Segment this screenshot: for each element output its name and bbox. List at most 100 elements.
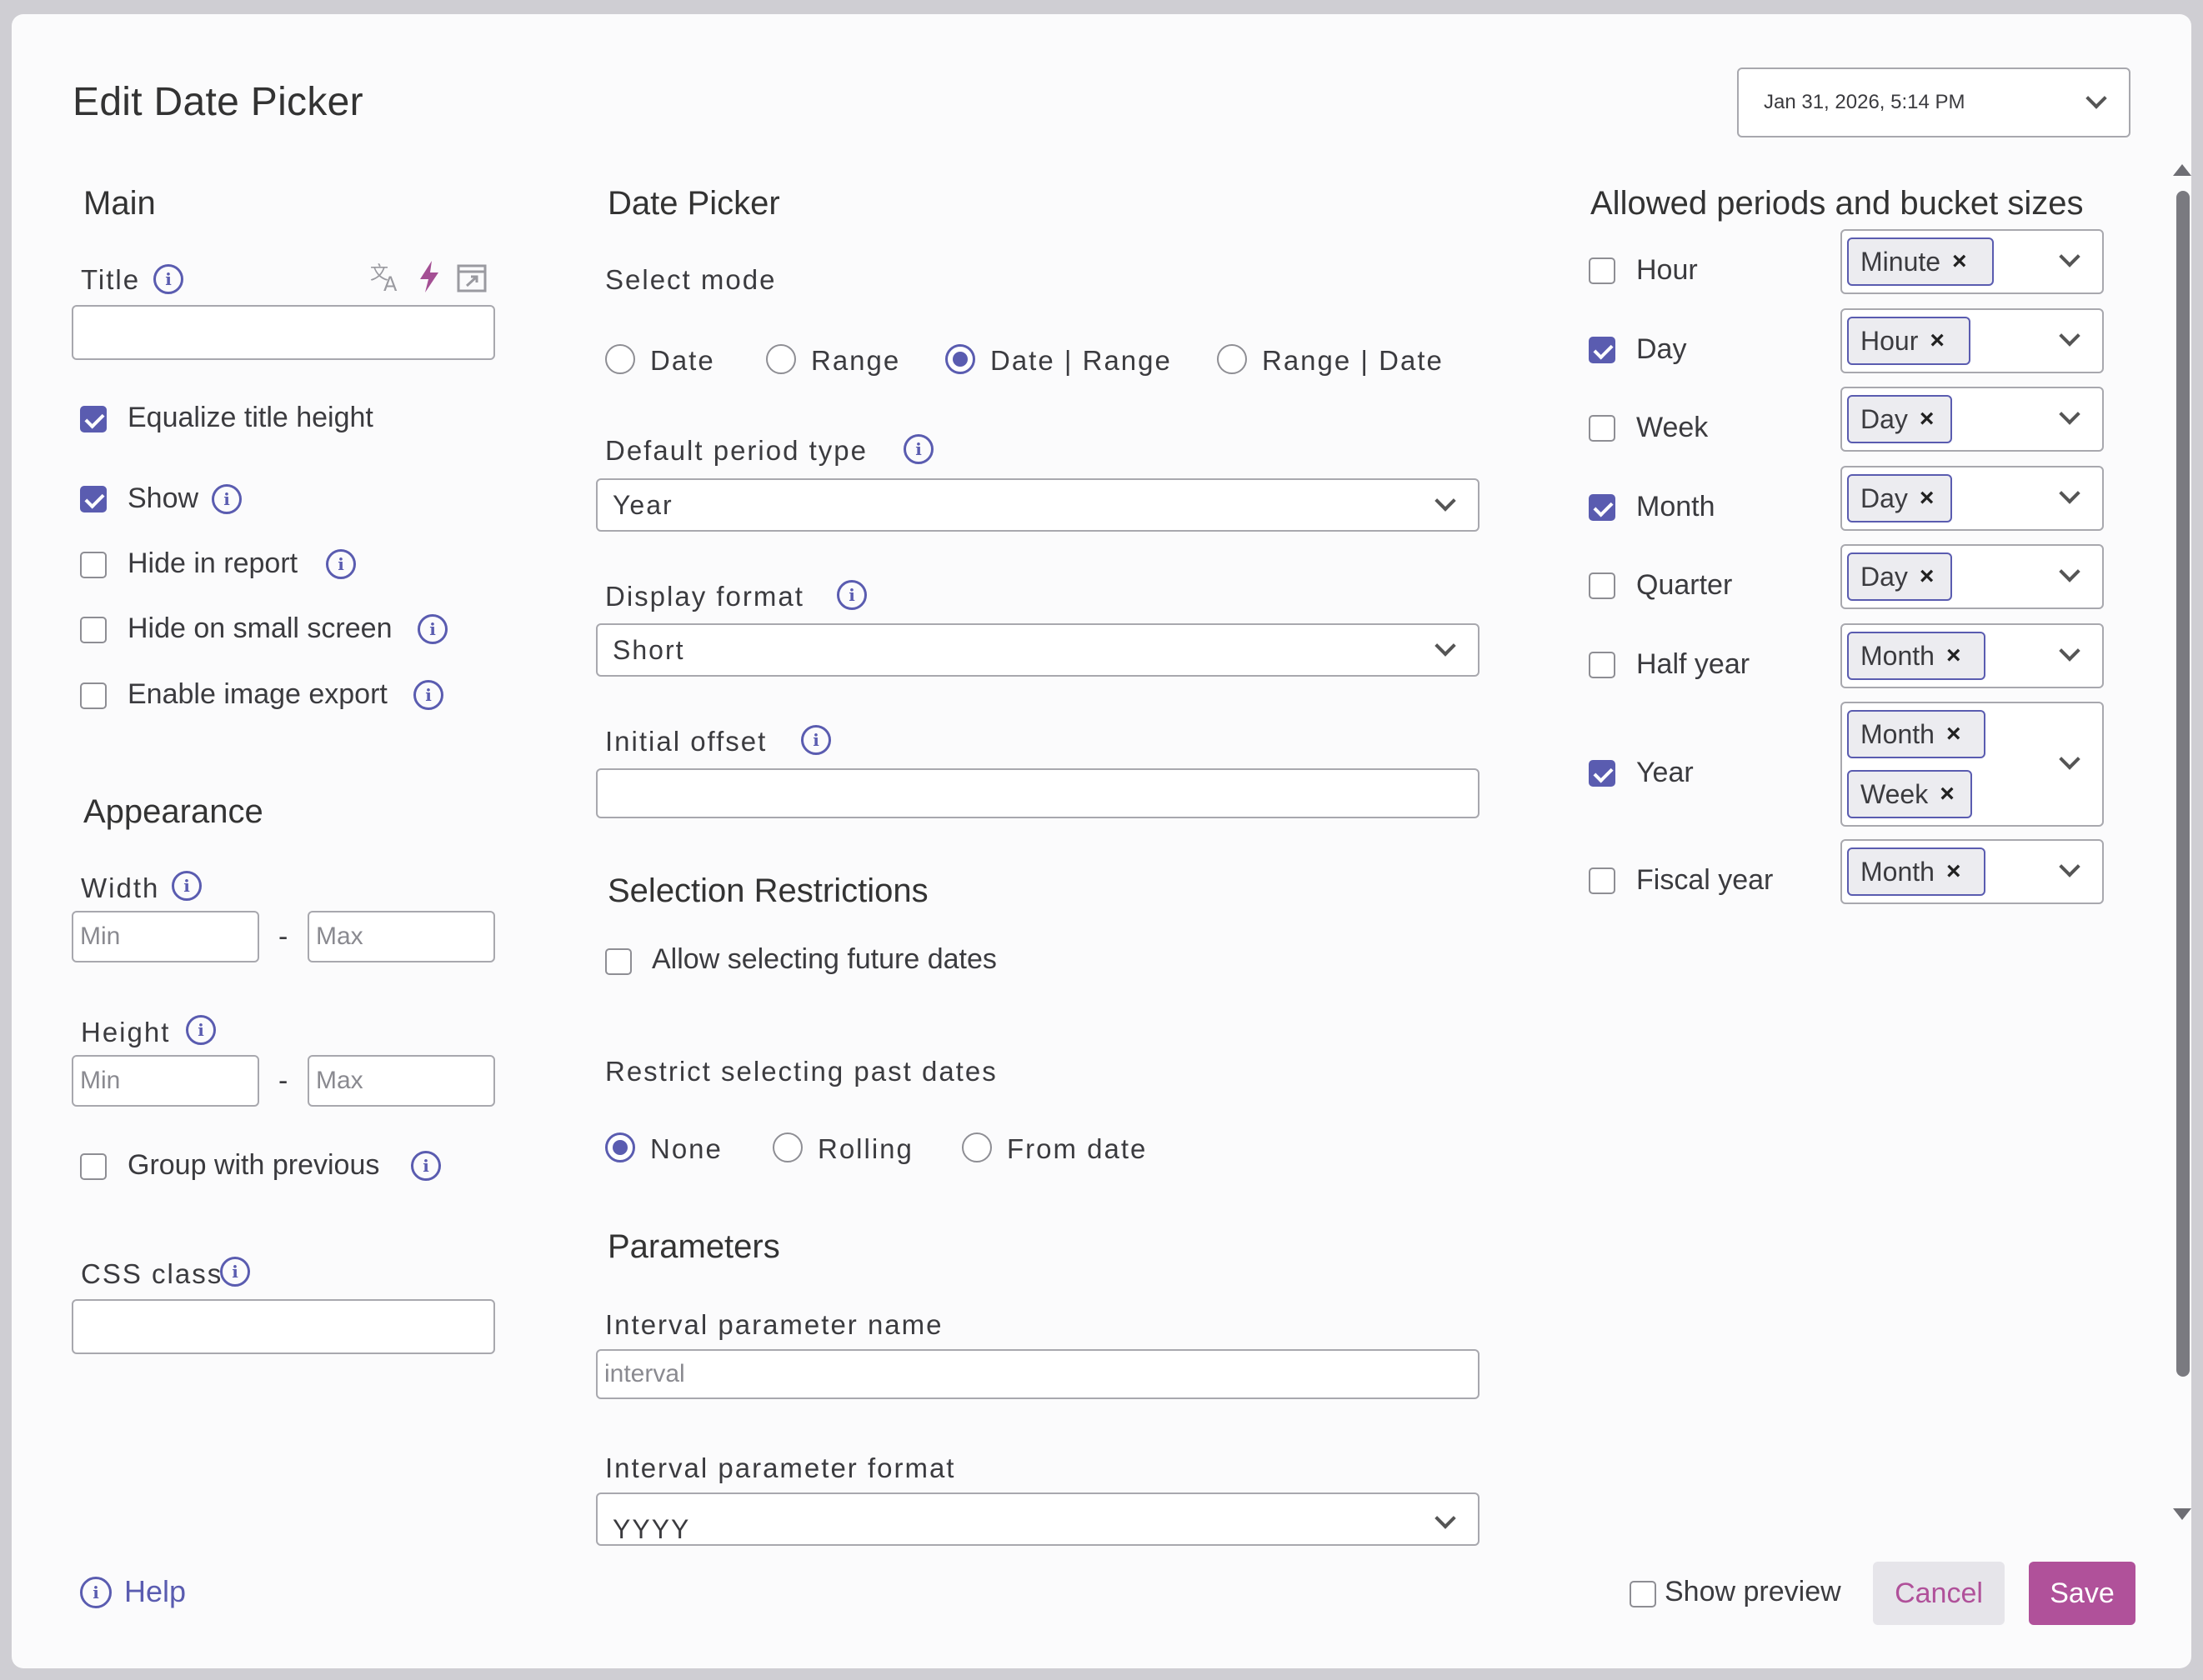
bucket-select-half-year[interactable]: Month × bbox=[1840, 623, 2104, 688]
period-hour-checkbox[interactable] bbox=[1589, 258, 1615, 284]
remove-icon[interactable]: × bbox=[1946, 642, 1961, 670]
period-week-checkbox[interactable] bbox=[1589, 415, 1615, 442]
period-day-checkbox[interactable] bbox=[1589, 337, 1615, 363]
hide-on-small-screen-checkbox[interactable] bbox=[80, 617, 107, 643]
remove-icon[interactable]: × bbox=[1946, 858, 1961, 886]
remove-icon[interactable]: × bbox=[1920, 562, 1935, 591]
width-min-input[interactable]: Min bbox=[72, 911, 259, 962]
bucket-chip: Week × bbox=[1847, 770, 1972, 818]
past-rolling-radio[interactable] bbox=[773, 1132, 803, 1162]
allow-future-dates-checkbox[interactable] bbox=[605, 948, 632, 975]
remove-icon[interactable]: × bbox=[1940, 780, 1955, 808]
chevron-down-icon bbox=[2059, 640, 2080, 662]
help-link[interactable]: Help bbox=[124, 1574, 186, 1609]
past-none-radio[interactable] bbox=[605, 1132, 635, 1162]
height-max-input[interactable]: Max bbox=[308, 1055, 495, 1107]
remove-icon[interactable]: × bbox=[1952, 248, 1967, 276]
bucket-chip: Day × bbox=[1847, 474, 1952, 522]
select-mode-label: Select mode bbox=[605, 264, 777, 295]
period-year-checkbox[interactable] bbox=[1589, 760, 1615, 787]
enable-image-export-checkbox[interactable] bbox=[80, 682, 107, 709]
info-icon[interactable]: i bbox=[153, 264, 183, 294]
remove-icon[interactable]: × bbox=[1946, 720, 1961, 748]
bucket-select-quarter[interactable]: Day × bbox=[1840, 544, 2104, 609]
interval-format-clip: YYYY bbox=[596, 1492, 1481, 1546]
cancel-button[interactable]: Cancel bbox=[1873, 1562, 2005, 1625]
remove-icon[interactable]: × bbox=[1920, 405, 1935, 433]
info-icon[interactable]: i bbox=[801, 725, 831, 755]
remove-icon[interactable]: × bbox=[1930, 327, 1945, 355]
chevron-down-icon bbox=[2059, 482, 2080, 504]
period-week-label: Week bbox=[1636, 412, 1709, 443]
show-preview-label: Show preview bbox=[1665, 1576, 1841, 1608]
interval-parameter-name-input[interactable]: interval bbox=[596, 1349, 1480, 1399]
lightning-icon[interactable] bbox=[417, 259, 442, 294]
default-period-type-select[interactable]: Year bbox=[596, 478, 1480, 532]
mode-range-label: Range bbox=[811, 345, 901, 376]
scrollbar-thumb[interactable] bbox=[2176, 191, 2190, 1377]
group-with-previous-checkbox[interactable] bbox=[80, 1153, 107, 1180]
chevron-down-icon bbox=[1434, 635, 1456, 657]
scroll-up-arrow-icon[interactable] bbox=[2173, 164, 2191, 176]
display-format-select[interactable]: Short bbox=[596, 623, 1480, 677]
info-icon[interactable]: i bbox=[904, 434, 934, 464]
info-icon[interactable]: i bbox=[413, 680, 443, 710]
info-icon[interactable]: i bbox=[411, 1151, 441, 1181]
css-class-label: CSS class bbox=[81, 1258, 223, 1289]
period-fiscal-year-checkbox[interactable] bbox=[1589, 868, 1615, 894]
period-fiscal-year-label: Fiscal year bbox=[1636, 864, 1774, 896]
remove-icon[interactable]: × bbox=[1920, 484, 1935, 512]
allowed-periods-heading: Allowed periods and bucket sizes bbox=[1590, 185, 2084, 222]
period-half-year-checkbox[interactable] bbox=[1589, 652, 1615, 678]
info-icon[interactable]: i bbox=[220, 1257, 250, 1287]
chevron-down-icon bbox=[2059, 403, 2080, 425]
bucket-select-month[interactable]: Day × bbox=[1840, 466, 2104, 531]
period-month-checkbox[interactable] bbox=[1589, 494, 1615, 521]
bucket-select-year[interactable]: Month × Week × bbox=[1840, 702, 2104, 827]
css-class-input[interactable] bbox=[72, 1299, 495, 1354]
hide-in-report-label: Hide in report bbox=[128, 548, 298, 579]
main-heading: Main bbox=[83, 185, 156, 222]
bucket-select-day[interactable]: Hour × bbox=[1840, 308, 2104, 373]
popout-icon[interactable] bbox=[457, 264, 487, 292]
past-from-date-radio[interactable] bbox=[962, 1132, 992, 1162]
bucket-select-fiscal-year[interactable]: Month × bbox=[1840, 839, 2104, 904]
width-max-input[interactable]: Max bbox=[308, 911, 495, 962]
svg-text:A: A bbox=[383, 272, 398, 292]
mode-date-range-radio[interactable] bbox=[945, 344, 975, 374]
period-day-label: Day bbox=[1636, 333, 1687, 365]
date-time-select[interactable]: Jan 31, 2026, 5:14 PM bbox=[1737, 68, 2130, 138]
mode-range-radio[interactable] bbox=[766, 344, 796, 374]
info-icon[interactable]: i bbox=[326, 549, 356, 579]
past-from-date-label: From date bbox=[1007, 1133, 1148, 1164]
chevron-down-icon bbox=[2085, 88, 2107, 109]
mode-date-radio[interactable] bbox=[605, 344, 635, 374]
show-checkbox[interactable] bbox=[80, 486, 107, 512]
equalize-title-height-checkbox[interactable] bbox=[80, 406, 107, 432]
help-info-icon[interactable]: i bbox=[80, 1577, 112, 1608]
period-month-label: Month bbox=[1636, 491, 1715, 522]
show-preview-checkbox[interactable] bbox=[1630, 1581, 1656, 1608]
save-button[interactable]: Save bbox=[2029, 1562, 2135, 1625]
chevron-down-icon bbox=[2059, 856, 2080, 878]
scroll-down-arrow-icon[interactable] bbox=[2173, 1508, 2191, 1520]
info-icon[interactable]: i bbox=[418, 614, 448, 644]
mode-date-range-label: Date | Range bbox=[990, 345, 1172, 376]
info-icon[interactable]: i bbox=[212, 484, 242, 514]
interval-parameter-format-select[interactable]: YYYY bbox=[596, 1492, 1480, 1546]
bucket-select-hour[interactable]: Minute × bbox=[1840, 229, 2104, 294]
info-icon[interactable]: i bbox=[837, 580, 867, 610]
initial-offset-input[interactable] bbox=[596, 768, 1480, 818]
info-icon[interactable]: i bbox=[186, 1015, 216, 1045]
bucket-chip: Day × bbox=[1847, 395, 1952, 443]
hide-in-report-checkbox[interactable] bbox=[80, 552, 107, 578]
period-quarter-label: Quarter bbox=[1636, 569, 1733, 601]
translate-icon[interactable]: 文 A bbox=[368, 259, 402, 292]
period-quarter-checkbox[interactable] bbox=[1589, 572, 1615, 599]
height-min-input[interactable]: Min bbox=[72, 1055, 259, 1107]
appearance-heading: Appearance bbox=[83, 793, 263, 830]
bucket-select-week[interactable]: Day × bbox=[1840, 387, 2104, 452]
mode-range-date-radio[interactable] bbox=[1217, 344, 1247, 374]
title-input[interactable] bbox=[72, 305, 495, 360]
info-icon[interactable]: i bbox=[172, 871, 202, 901]
